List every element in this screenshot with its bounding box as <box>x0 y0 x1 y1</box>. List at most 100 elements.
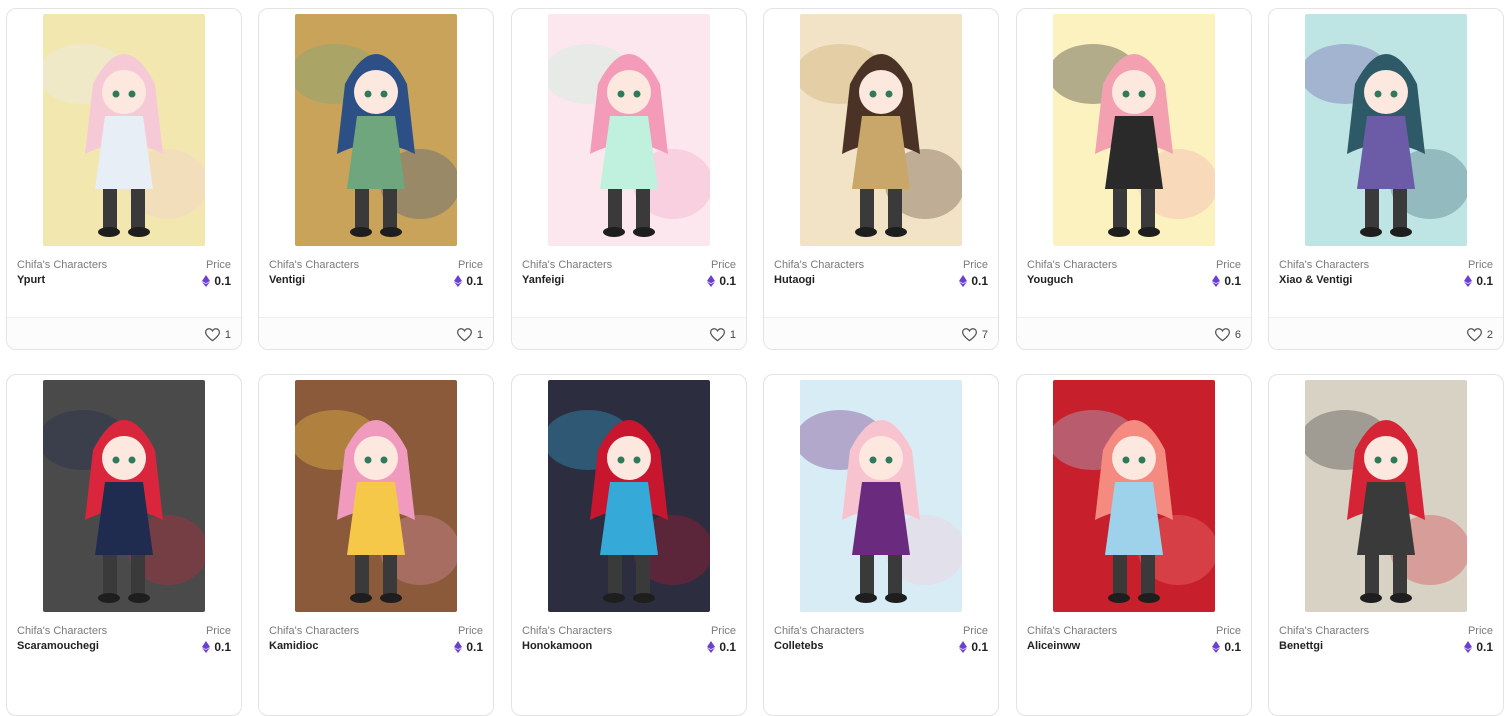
nft-card[interactable]: Chifa's Characters Hutaogi Price 0.1 7 <box>763 8 999 350</box>
artwork-image[interactable] <box>512 375 746 615</box>
collection-name[interactable]: Chifa's Characters <box>1027 259 1117 271</box>
heart-outline-icon[interactable] <box>1466 328 1482 342</box>
artwork-image[interactable] <box>7 375 241 615</box>
artwork-image[interactable] <box>764 375 998 615</box>
card-footer: 1 <box>7 317 241 349</box>
collection-name[interactable]: Chifa's Characters <box>269 625 359 637</box>
nft-card[interactable]: Chifa's Characters Kamidioc Price 0.1 <box>258 374 494 716</box>
ethereum-icon <box>454 275 463 287</box>
artwork-image[interactable] <box>1269 9 1503 249</box>
character-illustration <box>1053 14 1215 246</box>
ethereum-icon <box>959 641 968 653</box>
price-label: Price <box>205 625 231 637</box>
nft-card[interactable]: Chifa's Characters Xiao & Ventigi Price … <box>1268 8 1504 350</box>
item-name[interactable]: Ypurt <box>17 274 45 286</box>
artwork-image[interactable] <box>512 9 746 249</box>
nft-card[interactable]: Chifa's Characters Yanfeigi Price 0.1 1 <box>511 8 747 350</box>
like-counter: 1 <box>456 328 483 342</box>
card-footer: 1 <box>259 317 493 349</box>
artwork-image[interactable] <box>764 9 998 249</box>
collection-name[interactable]: Chifa's Characters <box>269 259 359 271</box>
collection-name[interactable]: Chifa's Characters <box>17 625 107 637</box>
artwork-illustration <box>43 380 205 612</box>
character-illustration <box>1305 14 1467 246</box>
ethereum-icon <box>707 275 716 287</box>
heart-outline-icon[interactable] <box>709 328 725 342</box>
ethereum-icon <box>1464 275 1473 287</box>
card-footer: 7 <box>764 317 998 349</box>
character-illustration <box>295 380 457 612</box>
nft-card-grid: Chifa's Characters Ypurt Price 0.1 1 Chi… <box>0 0 1508 716</box>
price-amount: 0.1 <box>971 274 988 288</box>
item-name[interactable]: Xiao & Ventigi <box>1279 274 1352 286</box>
nft-card[interactable]: Chifa's Characters Aliceinww Price 0.1 <box>1016 374 1252 716</box>
item-name[interactable]: Kamidioc <box>269 640 319 652</box>
price-label: Price <box>710 259 736 271</box>
nft-card[interactable]: Chifa's Characters Scaramouchegi Price 0… <box>6 374 242 716</box>
price-amount: 0.1 <box>466 274 483 288</box>
collection-name[interactable]: Chifa's Characters <box>17 259 107 271</box>
item-name[interactable]: Hutaogi <box>774 274 815 286</box>
artwork-illustration <box>548 380 710 612</box>
artwork-image[interactable] <box>7 9 241 249</box>
collection-name[interactable]: Chifa's Characters <box>1279 259 1369 271</box>
like-count: 7 <box>981 329 988 341</box>
collection-name[interactable]: Chifa's Characters <box>522 625 612 637</box>
item-name[interactable]: Aliceinww <box>1027 640 1080 652</box>
price-value: 0.1 <box>454 274 483 288</box>
artwork-illustration <box>43 14 205 246</box>
artwork-image[interactable] <box>259 9 493 249</box>
artwork-image[interactable] <box>1017 375 1251 615</box>
price-value: 0.1 <box>202 274 231 288</box>
nft-card[interactable]: Chifa's Characters Youguch Price 0.1 6 <box>1016 8 1252 350</box>
artwork-illustration <box>1305 380 1467 612</box>
like-count: 1 <box>476 329 483 341</box>
price-amount: 0.1 <box>214 274 231 288</box>
price-value: 0.1 <box>959 640 988 654</box>
price-label: Price <box>457 259 483 271</box>
ethereum-icon <box>454 641 463 653</box>
ethereum-icon <box>1212 275 1221 287</box>
collection-name[interactable]: Chifa's Characters <box>774 259 864 271</box>
nft-card[interactable]: Chifa's Characters Honokamoon Price 0.1 <box>511 374 747 716</box>
heart-outline-icon[interactable] <box>204 328 220 342</box>
price-amount: 0.1 <box>1476 640 1493 654</box>
price-value: 0.1 <box>1212 274 1241 288</box>
heart-outline-icon[interactable] <box>456 328 472 342</box>
character-illustration <box>43 14 205 246</box>
artwork-illustration <box>800 14 962 246</box>
artwork-illustration <box>1305 14 1467 246</box>
price-amount: 0.1 <box>214 640 231 654</box>
like-count: 6 <box>1234 329 1241 341</box>
heart-outline-icon[interactable] <box>1214 328 1230 342</box>
ethereum-icon <box>202 641 211 653</box>
heart-outline-icon[interactable] <box>961 328 977 342</box>
ethereum-icon <box>1464 641 1473 653</box>
item-name[interactable]: Scaramouchegi <box>17 640 99 652</box>
character-illustration <box>295 14 457 246</box>
item-name[interactable]: Honokamoon <box>522 640 592 652</box>
character-illustration <box>800 14 962 246</box>
nft-card[interactable]: Chifa's Characters Ventigi Price 0.1 1 <box>258 8 494 350</box>
item-name[interactable]: Colletebs <box>774 640 824 652</box>
character-illustration <box>800 380 962 612</box>
price-label: Price <box>205 259 231 271</box>
like-count: 2 <box>1486 329 1493 341</box>
collection-name[interactable]: Chifa's Characters <box>774 625 864 637</box>
collection-name[interactable]: Chifa's Characters <box>1027 625 1117 637</box>
artwork-image[interactable] <box>1269 375 1503 615</box>
nft-card[interactable]: Chifa's Characters Ypurt Price 0.1 1 <box>6 8 242 350</box>
item-name[interactable]: Yanfeigi <box>522 274 564 286</box>
price-value: 0.1 <box>959 274 988 288</box>
price-amount: 0.1 <box>466 640 483 654</box>
nft-card[interactable]: Chifa's Characters Colletebs Price 0.1 <box>763 374 999 716</box>
item-name[interactable]: Benettgi <box>1279 640 1323 652</box>
collection-name[interactable]: Chifa's Characters <box>522 259 612 271</box>
item-name[interactable]: Ventigi <box>269 274 305 286</box>
collection-name[interactable]: Chifa's Characters <box>1279 625 1369 637</box>
nft-card[interactable]: Chifa's Characters Benettgi Price 0.1 <box>1268 374 1504 716</box>
ethereum-icon <box>1212 641 1221 653</box>
artwork-image[interactable] <box>259 375 493 615</box>
item-name[interactable]: Youguch <box>1027 274 1073 286</box>
artwork-image[interactable] <box>1017 9 1251 249</box>
